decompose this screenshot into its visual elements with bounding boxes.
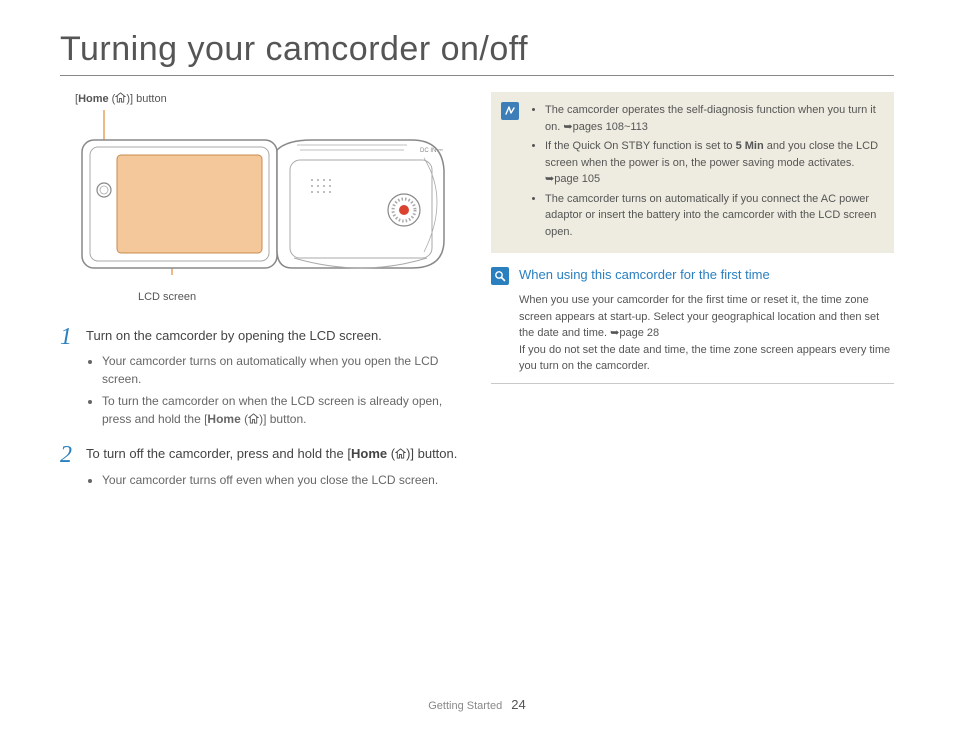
home-icon: [395, 446, 406, 465]
list-item: The camcorder operates the self-diagnosi…: [545, 102, 882, 135]
home-button-callout: [Home ()] button: [75, 92, 463, 106]
step-body: To turn off the camcorder, press and hol…: [86, 443, 463, 493]
step-bullets: Your camcorder turns on automatically wh…: [86, 352, 463, 429]
ref-arrow-icon: ➥: [610, 327, 619, 339]
first-time-heading: When using this camcorder for the first …: [519, 267, 770, 282]
first-time-heading-row: When using this camcorder for the first …: [491, 267, 894, 288]
left-column: [Home ()] button: [60, 92, 463, 503]
lcd-screen-callout: LCD screen: [138, 291, 463, 303]
page-number: 24: [511, 697, 525, 712]
list-item: To turn the camcorder on when the LCD sc…: [102, 392, 463, 429]
svg-text:DC IN ⎓: DC IN ⎓: [420, 148, 443, 154]
home-icon: [115, 92, 126, 106]
first-time-paragraph: If you do not set the date and time, the…: [491, 342, 894, 375]
page-footer: Getting Started 24: [0, 697, 954, 712]
note-icon: [501, 102, 519, 120]
right-column: The camcorder operates the self-diagnosi…: [491, 92, 894, 503]
list-item: Your camcorder turns on automatically wh…: [102, 352, 463, 388]
step-number: 2: [60, 443, 76, 493]
note-box: The camcorder operates the self-diagnosi…: [491, 92, 894, 253]
list-item: The camcorder turns on automatically if …: [545, 191, 882, 241]
step-number: 1: [60, 325, 76, 433]
magnifier-icon: [491, 267, 509, 285]
home-icon: [248, 411, 259, 429]
ref-arrow-icon: ➥: [563, 121, 572, 133]
content-columns: [Home ()] button: [60, 92, 894, 503]
note-body: The camcorder operates the self-diagnosi…: [529, 102, 882, 243]
step-instruction: Turn on the camcorder by opening the LCD…: [86, 327, 463, 346]
step-bullets: Your camcorder turns off even when you c…: [86, 471, 463, 489]
step-instruction: To turn off the camcorder, press and hol…: [86, 445, 463, 465]
step-1: 1 Turn on the camcorder by opening the L…: [60, 325, 463, 433]
footer-section: Getting Started: [428, 700, 502, 712]
step-2: 2 To turn off the camcorder, press and h…: [60, 443, 463, 493]
section-divider: [491, 383, 894, 384]
list-item: Your camcorder turns off even when you c…: [102, 471, 463, 489]
camcorder-diagram: DC IN ⎓: [60, 110, 463, 285]
page-title: Turning your camcorder on/off: [60, 30, 894, 76]
first-time-paragraph: When you use your camcorder for the firs…: [491, 292, 894, 342]
list-item: If the Quick On STBY function is set to …: [545, 138, 882, 188]
ref-arrow-icon: ➥: [545, 173, 554, 185]
step-body: Turn on the camcorder by opening the LCD…: [86, 325, 463, 433]
